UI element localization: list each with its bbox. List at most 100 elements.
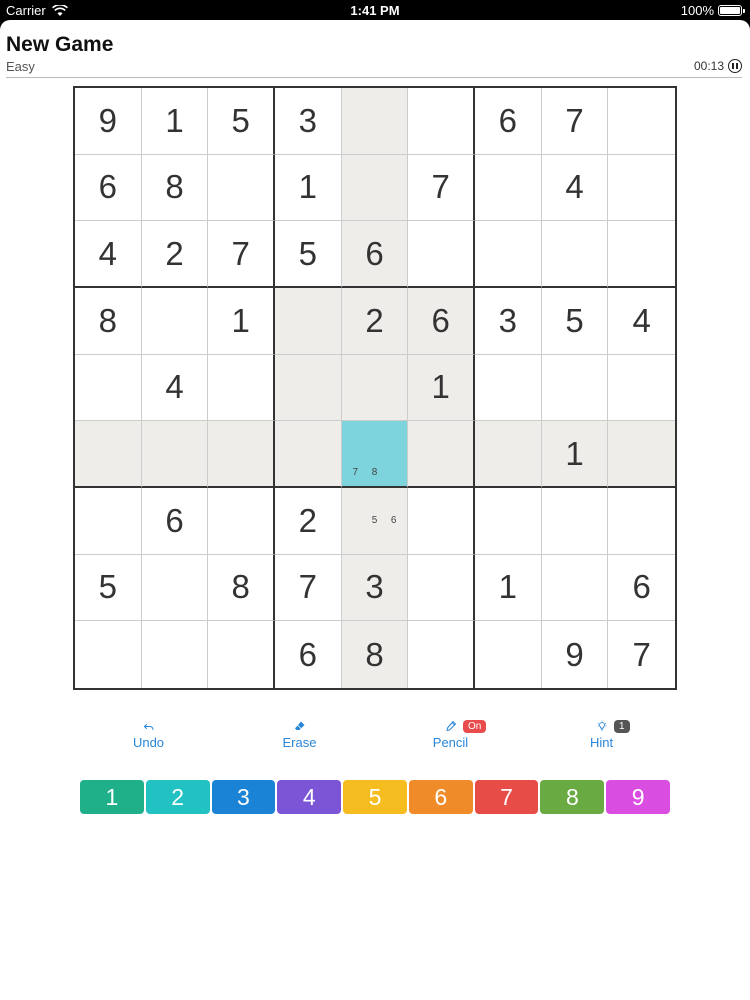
board-cell-r2c2[interactable]: 8: [141, 154, 209, 222]
board-cell-r7c5[interactable]: 56: [341, 487, 409, 555]
board-cell-r1c6[interactable]: [408, 88, 475, 155]
board-cell-r7c7[interactable]: [474, 487, 542, 555]
board-cell-r9c5[interactable]: 8: [341, 621, 409, 688]
board-cell-r2c3[interactable]: [208, 154, 275, 222]
board-cell-r7c9[interactable]: [608, 487, 675, 555]
board-cell-r2c6[interactable]: 7: [408, 154, 475, 222]
board-cell-r4c1[interactable]: 8: [75, 287, 142, 355]
board-cell-r2c4[interactable]: 1: [274, 154, 342, 222]
board-cell-r1c4[interactable]: 3: [274, 88, 342, 155]
board-cell-r7c2[interactable]: 6: [141, 487, 209, 555]
board-cell-r5c1[interactable]: [75, 354, 142, 422]
board-cell-r6c6[interactable]: [408, 421, 475, 488]
board-cell-r2c9[interactable]: [608, 154, 675, 222]
board-cell-r8c7[interactable]: 1: [474, 554, 542, 622]
undo-button[interactable]: Undo: [73, 700, 224, 750]
board-cell-r3c5[interactable]: 6: [341, 221, 409, 288]
board-cell-r4c2[interactable]: [141, 287, 209, 355]
board-cell-r1c5[interactable]: [341, 88, 409, 155]
number-button-8[interactable]: 8: [540, 780, 605, 814]
board-cell-r3c1[interactable]: 4: [75, 221, 142, 288]
pause-icon[interactable]: [728, 59, 742, 73]
board-cell-r2c5[interactable]: [341, 154, 409, 222]
number-button-9[interactable]: 9: [606, 780, 671, 814]
board-cell-r9c6[interactable]: [408, 621, 475, 688]
board-cell-r9c8[interactable]: 9: [541, 621, 609, 688]
board-cell-r8c4[interactable]: 7: [274, 554, 342, 622]
undo-icon: [143, 724, 153, 730]
cell-value: 7: [231, 234, 250, 272]
board-cell-r1c8[interactable]: 7: [541, 88, 609, 155]
board-cell-r5c5[interactable]: [341, 354, 409, 422]
board-cell-r2c1[interactable]: 6: [75, 154, 142, 222]
board-cell-r4c7[interactable]: 3: [474, 287, 542, 355]
board-cell-r5c6[interactable]: 1: [408, 354, 475, 422]
board-cell-r9c9[interactable]: 7: [608, 621, 675, 688]
board-cell-r6c7[interactable]: [474, 421, 542, 488]
cell-value: 4: [565, 168, 584, 206]
board-cell-r1c3[interactable]: 5: [208, 88, 275, 155]
board-cell-r5c8[interactable]: [541, 354, 609, 422]
number-button-3[interactable]: 3: [211, 780, 276, 814]
board-cell-r3c6[interactable]: [408, 221, 475, 288]
board-cell-r7c8[interactable]: [541, 487, 609, 555]
board-cell-r1c2[interactable]: 1: [141, 88, 209, 155]
board-cell-r2c7[interactable]: [474, 154, 542, 222]
erase-button[interactable]: Erase: [224, 700, 375, 750]
sudoku-board: 9153676817442756812635441781625658731668…: [73, 86, 677, 690]
board-cell-r5c3[interactable]: [208, 354, 275, 422]
board-cell-r8c8[interactable]: [541, 554, 609, 622]
board-cell-r3c3[interactable]: 7: [208, 221, 275, 288]
board-cell-r1c1[interactable]: 9: [75, 88, 142, 155]
board-cell-r4c5[interactable]: 2: [341, 287, 409, 355]
number-button-7[interactable]: 7: [474, 780, 539, 814]
number-button-4[interactable]: 4: [277, 780, 342, 814]
pencil-button[interactable]: Pencil On: [375, 700, 526, 750]
number-button-5[interactable]: 5: [343, 780, 407, 814]
board-cell-r4c4[interactable]: [274, 287, 342, 355]
board-cell-r5c9[interactable]: [608, 354, 675, 422]
board-cell-r8c3[interactable]: 8: [208, 554, 275, 622]
board-cell-r6c4[interactable]: [274, 421, 342, 488]
board-cell-r3c7[interactable]: [474, 221, 542, 288]
board-cell-r6c1[interactable]: [75, 421, 142, 488]
board-cell-r7c6[interactable]: [408, 487, 475, 555]
board-cell-r7c3[interactable]: [208, 487, 275, 555]
board-cell-r9c2[interactable]: [141, 621, 209, 688]
board-cell-r6c8[interactable]: 1: [541, 421, 609, 488]
board-cell-r9c1[interactable]: [75, 621, 142, 688]
board-cell-r3c4[interactable]: 5: [274, 221, 342, 288]
board-cell-r9c3[interactable]: [208, 621, 275, 688]
board-cell-r4c8[interactable]: 5: [541, 287, 609, 355]
cell-value: 2: [165, 234, 184, 272]
board-cell-r8c9[interactable]: 6: [608, 554, 675, 622]
number-button-2[interactable]: 2: [145, 780, 210, 814]
board-cell-r7c4[interactable]: 2: [274, 487, 342, 555]
board-cell-r5c7[interactable]: [474, 354, 542, 422]
board-cell-r6c3[interactable]: [208, 421, 275, 488]
number-button-6[interactable]: 6: [408, 780, 473, 814]
board-cell-r9c4[interactable]: 6: [274, 621, 342, 688]
board-cell-r1c9[interactable]: [608, 88, 675, 155]
number-button-1[interactable]: 1: [80, 780, 144, 814]
board-cell-r7c1[interactable]: [75, 487, 142, 555]
board-cell-r6c2[interactable]: [141, 421, 209, 488]
hint-button[interactable]: Hint 1: [526, 700, 677, 750]
board-cell-r4c3[interactable]: 1: [208, 287, 275, 355]
board-cell-r1c7[interactable]: 6: [474, 88, 542, 155]
board-cell-r5c4[interactable]: [274, 354, 342, 422]
board-cell-r6c5[interactable]: 78: [341, 421, 409, 488]
board-cell-r8c2[interactable]: [141, 554, 209, 622]
board-cell-r8c5[interactable]: 3: [341, 554, 409, 622]
board-cell-r4c6[interactable]: 6: [408, 287, 475, 355]
board-cell-r8c6[interactable]: [408, 554, 475, 622]
board-cell-r2c8[interactable]: 4: [541, 154, 609, 222]
board-cell-r8c1[interactable]: 5: [75, 554, 142, 622]
board-cell-r5c2[interactable]: 4: [141, 354, 209, 422]
board-cell-r9c7[interactable]: [474, 621, 542, 688]
board-cell-r3c9[interactable]: [608, 221, 675, 288]
board-cell-r3c2[interactable]: 2: [141, 221, 209, 288]
board-cell-r3c8[interactable]: [541, 221, 609, 288]
board-cell-r4c9[interactable]: 4: [608, 287, 675, 355]
board-cell-r6c9[interactable]: [608, 421, 675, 488]
